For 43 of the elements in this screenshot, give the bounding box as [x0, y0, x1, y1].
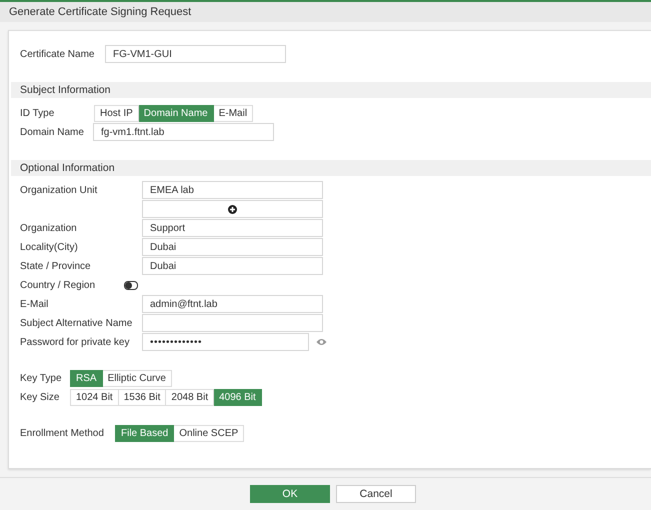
segment-button[interactable]: Online SCEP	[174, 424, 244, 442]
field-label: Organization	[20, 222, 78, 234]
input-field[interactable]: admin@ftnt.lab	[142, 295, 323, 313]
segment-button[interactable]: Elliptic Curve	[102, 370, 172, 386]
input-field[interactable]: Dubai	[142, 257, 323, 275]
field-label: Key Size	[20, 392, 60, 402]
field-label: Enrollment Method	[20, 428, 105, 438]
plus-icon	[228, 204, 237, 214]
eye-icon[interactable]	[316, 338, 327, 346]
input-field[interactable]: fg-vm1.ftnt.lab	[93, 123, 274, 141]
input-field[interactable]: Support	[142, 219, 323, 237]
field-label: Locality(City)	[20, 242, 79, 252]
add-entry-button[interactable]	[142, 200, 323, 218]
field-label: Domain Name	[20, 126, 85, 138]
segment-button[interactable]: RSA	[70, 370, 103, 386]
segment-button[interactable]: 4096 Bit	[214, 388, 262, 406]
cancel-button[interactable]: Cancel	[336, 485, 416, 503]
toggle-switch[interactable]	[124, 280, 138, 290]
field-label: Subject Alternative Name	[20, 318, 134, 328]
segment-button[interactable]: Domain Name	[138, 104, 214, 122]
field-label: Organization Unit	[20, 184, 98, 196]
window-title: Generate Certificate Signing Request	[9, 6, 192, 18]
input-field[interactable]: Dubai	[142, 238, 323, 256]
ok-button[interactable]: OK	[250, 485, 330, 503]
field-label: Key Type	[20, 372, 63, 384]
segment-button[interactable]: 1536 Bit	[118, 388, 166, 406]
input-field[interactable]: EMEA lab	[142, 181, 323, 199]
field-label: Country / Region	[20, 280, 96, 290]
field-label: State / Province	[20, 260, 92, 272]
segment-button[interactable]: E-Mail	[214, 104, 254, 122]
segment-button[interactable]: Host IP	[94, 104, 139, 122]
field-label: E-Mail	[20, 298, 50, 310]
input-field[interactable]	[142, 314, 323, 332]
section-header: Optional Information	[11, 160, 651, 176]
segment-button[interactable]: File Based	[115, 424, 174, 442]
section-header: Subject Information	[11, 82, 651, 98]
password-field[interactable]: •••••••••••••	[142, 333, 309, 351]
input-field[interactable]: FG-VM1-GUI	[105, 45, 286, 63]
field-label: Certificate Name	[20, 48, 96, 60]
field-label: Password for private key	[20, 336, 130, 348]
field-label: ID Type	[20, 108, 56, 118]
segment-button[interactable]: 2048 Bit	[166, 388, 214, 406]
segment-button[interactable]: 1024 Bit	[70, 388, 119, 406]
